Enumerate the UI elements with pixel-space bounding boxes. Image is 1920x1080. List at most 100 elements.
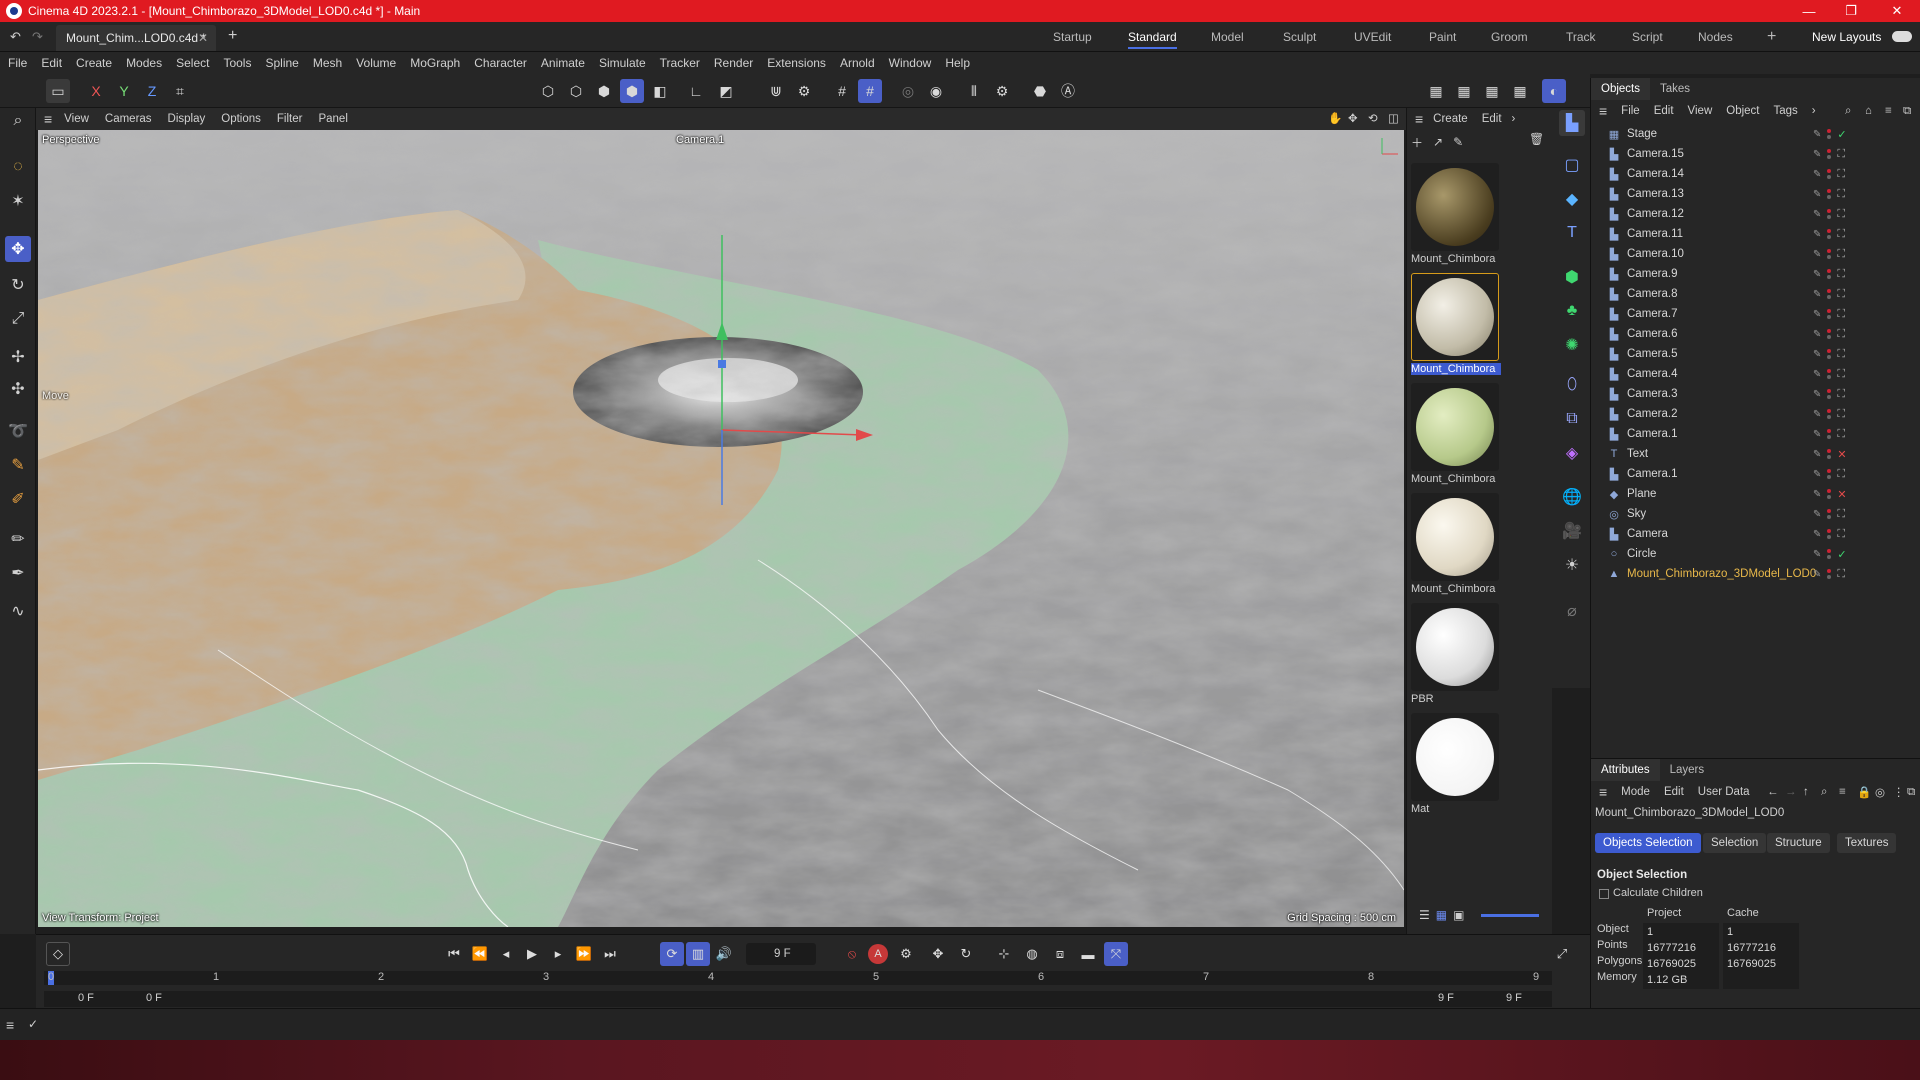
textures-button[interactable]: Textures [1837,833,1897,853]
end-frame-field[interactable]: 9 F [1506,992,1522,1004]
object-flags[interactable]: ✎ ⛶ [1813,568,1845,581]
timeline-ruler[interactable] [44,971,1552,985]
paint-tool-icon[interactable]: ✒ [5,560,31,586]
object-flags[interactable]: ✎ ⛶ [1813,228,1845,241]
visibility-dots-icon[interactable] [1827,469,1832,479]
render-settings-icon[interactable]: ◉ [924,79,948,103]
environment-icon[interactable]: 🌐 [1559,484,1585,510]
rotate-tool-icon[interactable]: ↻ [5,272,31,298]
visibility-edit-icon[interactable]: ✎ [1813,469,1821,480]
search-icon[interactable]: ⌕ [5,108,31,134]
object-menu-object[interactable]: Object [1726,105,1759,117]
object-flags[interactable]: ✎ ⛶ [1813,528,1845,541]
previous-key-icon[interactable]: ⏪ [468,942,492,966]
render-to-picture-viewer-icon[interactable]: Ⓐ [1056,79,1080,103]
next-frame-icon[interactable]: ▸ [546,942,570,966]
object-flags[interactable]: ✎ ✓ [1813,128,1847,141]
key-position-icon[interactable]: ✥ [926,942,950,966]
visibility-edit-icon[interactable]: ✎ [1813,149,1821,160]
visibility-edit-icon[interactable]: ✎ [1813,249,1821,260]
object-row[interactable]: ▙ Camera.9 ✎ ⛶ [1591,264,1920,284]
range-end-field[interactable]: 9 F [1438,992,1454,1004]
menu-mesh[interactable]: Mesh [313,56,342,70]
object-row[interactable]: ▲ Mount_Chimborazo_3DModel_LOD0 ✎ ⛶ [1591,564,1920,584]
back-icon[interactable]: ← [1767,786,1779,798]
menu-render[interactable]: Render [714,56,753,70]
key-interpolation-icon[interactable]: ⤧ [1104,942,1128,966]
visibility-edit-icon[interactable]: ✎ [1813,489,1821,500]
lock-icon[interactable]: 🔒 [1857,785,1871,799]
visibility-edit-icon[interactable]: ✎ [1813,529,1821,540]
material-swatch[interactable]: Mount_Chimbora [1411,493,1501,595]
material-menu-create[interactable]: Create [1433,113,1468,125]
tag-icon[interactable]: ◈ [1559,440,1585,466]
large-view-icon[interactable]: ▣ [1453,908,1464,922]
attribute-search-icon[interactable]: ⌕ [1821,786,1827,799]
object-hamburger-icon[interactable]: ≡ [1599,103,1607,119]
object-row[interactable]: T Text ✎ ✕ [1591,444,1920,464]
tab-nodes[interactable]: Nodes [1698,22,1733,52]
attribute-menu-user-data[interactable]: User Data [1698,786,1750,798]
previous-frame-icon[interactable]: ◂ [494,942,518,966]
menu-edit[interactable]: Edit [41,56,62,70]
maximize-view-icon[interactable]: ◫ [1388,111,1399,125]
visibility-dots-icon[interactable] [1827,349,1832,359]
auto-key-icon[interactable]: A [868,944,888,964]
visibility-dots-icon[interactable] [1827,569,1832,579]
lasso-icon[interactable]: ➰ [5,418,31,444]
object-menu-file[interactable]: File [1621,105,1640,117]
render-region-icon[interactable]: ▦ [1480,79,1504,103]
spline-pen-icon[interactable]: ✐ [5,486,31,512]
object-flags[interactable]: ✎ ✓ [1813,548,1847,561]
target-icon[interactable]: ◎ [1875,785,1885,799]
attribute-hamburger-icon[interactable]: ≡ [1599,784,1607,800]
viewport-selector-icon[interactable]: ▭ [46,79,70,103]
current-frame-field[interactable]: 9 F [746,943,816,965]
visibility-dots-icon[interactable] [1827,389,1832,399]
object-menu-view[interactable]: View [1688,105,1713,117]
object-flags[interactable]: ✎ ⛶ [1813,428,1845,441]
move-tool-icon[interactable]: ✥ [5,236,31,262]
timeline-graph-icon[interactable]: ⤢ [1550,942,1574,966]
text-icon[interactable]: T [1559,220,1585,246]
object-flags[interactable]: ✎ ⛶ [1813,408,1845,421]
material-menu-more-icon[interactable]: › [1512,113,1516,125]
attribute-menu-edit[interactable]: Edit [1664,786,1684,798]
record-icon[interactable]: ⦸ [840,942,864,966]
coordinate-system-icon[interactable]: ⌗ [168,79,192,103]
object-row[interactable]: ▙ Camera.6 ✎ ⛶ [1591,324,1920,344]
cloner-icon[interactable]: ♣ [1559,298,1585,324]
new-document-icon[interactable]: + [228,27,237,45]
object-flags[interactable]: ✎ ⛶ [1813,308,1845,321]
redshift-ipr-icon[interactable]: ◐ [1542,79,1566,103]
viewport-menu-cameras[interactable]: Cameras [105,113,152,125]
selection-tools-icon[interactable]: ✶ [5,188,31,214]
menu-select[interactable]: Select [176,56,209,70]
visibility-dots-icon[interactable] [1827,209,1832,219]
up-icon[interactable]: ↑ [1803,786,1809,798]
object-row[interactable]: ▙ Camera.15 ✎ ⛶ [1591,144,1920,164]
material-swatch[interactable]: Mount_Chimbora [1411,383,1501,485]
object-menu-more-icon[interactable]: › [1812,105,1816,117]
visibility-edit-icon[interactable]: ✎ [1813,569,1821,580]
menu-arnold[interactable]: Arnold [840,56,875,70]
object-flags[interactable]: ✎ ⛶ [1813,508,1845,521]
visibility-dots-icon[interactable] [1827,309,1832,319]
key-settings-icon[interactable]: ⚙ [894,942,918,966]
key-param-icon[interactable]: ◍ [1020,942,1044,966]
object-row[interactable]: ○ Circle ✎ ✓ [1591,544,1920,564]
visibility-dots-icon[interactable] [1827,269,1832,279]
attribute-more-icon[interactable]: ⋮ [1893,785,1905,799]
object-flags[interactable]: ✎ ⛶ [1813,148,1845,161]
object-flags[interactable]: ✎ ✕ [1813,448,1847,461]
object-new-window-icon[interactable]: ⧉ [1903,105,1911,118]
go-to-end-icon[interactable]: ⏭ [598,942,622,966]
list-view-icon[interactable]: ☰ [1419,908,1430,922]
redo-icon[interactable]: ↷ [32,29,43,45]
visibility-edit-icon[interactable]: ✎ [1813,309,1821,320]
visibility-edit-icon[interactable]: ✎ [1813,209,1821,220]
tab-sculpt[interactable]: Sculpt [1283,22,1316,52]
effector-icon[interactable]: ✺ [1559,332,1585,358]
menu-simulate[interactable]: Simulate [599,56,646,70]
material-swatch[interactable]: Mat [1411,713,1501,815]
